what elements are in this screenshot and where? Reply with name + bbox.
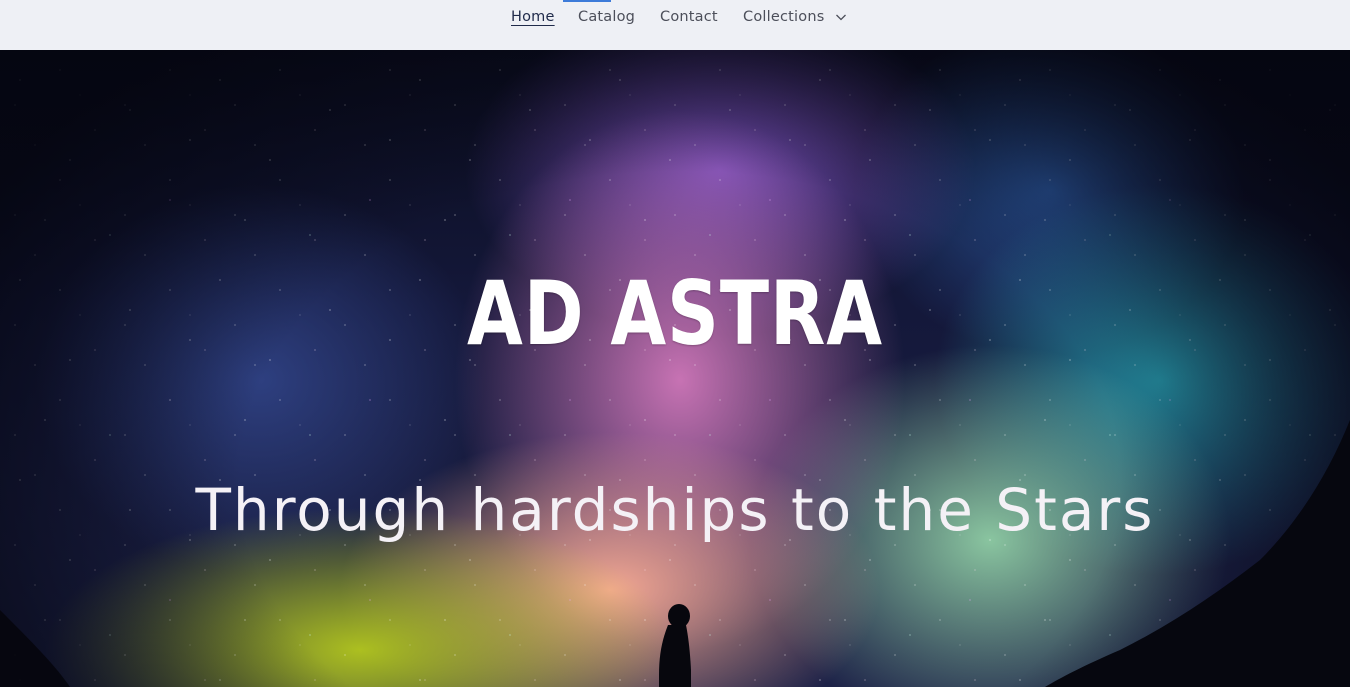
main-navigation: Home Catalog Contact Collections <box>0 0 1350 50</box>
chevron-down-icon[interactable] <box>835 12 847 22</box>
nav-item-home[interactable]: Home <box>511 9 555 29</box>
hero-banner: AD ASTRA Through hardships to the Stars <box>0 50 1350 687</box>
nav-item-label: Collections <box>743 9 825 25</box>
hero-title: AD ASTRA <box>467 262 883 365</box>
nav-item-label: Home <box>511 9 555 25</box>
nav-item-catalog[interactable]: Catalog <box>578 9 635 29</box>
header-bar: Home Catalog Contact Collections <box>0 0 1350 50</box>
nav-item-contact[interactable]: Contact <box>660 9 718 29</box>
nav-item-collections[interactable]: Collections <box>743 9 847 29</box>
nav-item-label: Contact <box>660 9 718 25</box>
hero-subtitle: Through hardships to the Stars <box>195 476 1155 544</box>
hero-silhouette <box>0 420 1350 687</box>
nav-item-label: Catalog <box>578 9 636 25</box>
person-silhouette <box>659 604 691 687</box>
